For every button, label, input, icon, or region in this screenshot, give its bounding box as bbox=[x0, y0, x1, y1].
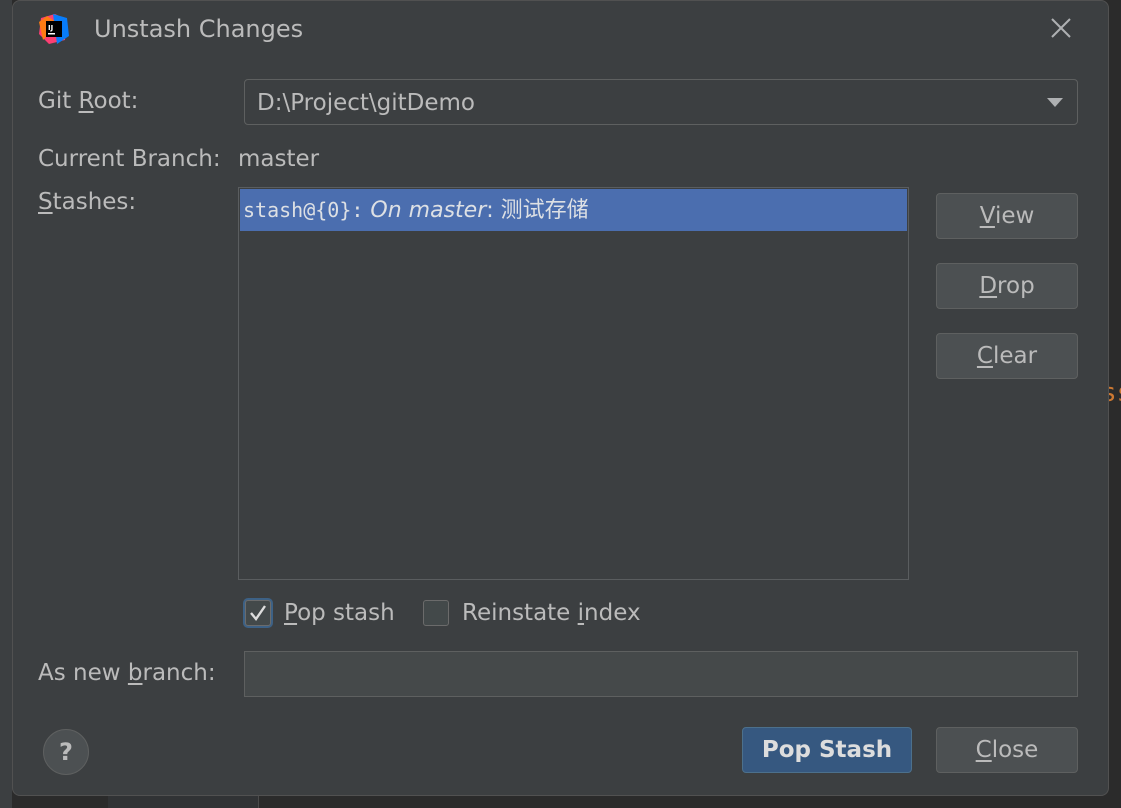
pop-stash-checkbox[interactable] bbox=[245, 600, 271, 626]
reinstate-index-label-rest: ndex bbox=[584, 600, 641, 626]
title-bar: IJ Unstash Changes bbox=[13, 1, 1108, 59]
chevron-down-icon[interactable] bbox=[1047, 98, 1063, 107]
clear-button-mnemonic: C bbox=[976, 343, 993, 369]
stashes-label: Stashes: bbox=[38, 189, 136, 215]
background-panel bbox=[108, 795, 259, 808]
close-button-mnemonic: C bbox=[975, 737, 992, 763]
close-button[interactable]: Close bbox=[936, 727, 1078, 773]
intellij-idea-icon: IJ bbox=[39, 14, 69, 44]
pop-stash-button[interactable]: Pop Stash bbox=[742, 727, 912, 773]
drop-button[interactable]: Drop bbox=[936, 263, 1078, 309]
drop-button-rest: rop bbox=[997, 273, 1035, 299]
help-button[interactable]: ? bbox=[43, 729, 89, 775]
git-root-label-mnemonic: R bbox=[78, 88, 94, 114]
clear-button[interactable]: Clear bbox=[936, 333, 1078, 379]
stash-separator: : bbox=[486, 198, 494, 223]
svg-text:IJ: IJ bbox=[48, 24, 53, 32]
checkmark-icon bbox=[250, 605, 266, 621]
view-button[interactable]: View bbox=[936, 193, 1078, 239]
unstash-dialog: IJ Unstash Changes Git Root: D:\Project\… bbox=[12, 0, 1109, 796]
git-root-value: D:\Project\gitDemo bbox=[257, 90, 475, 116]
new-branch-input[interactable] bbox=[244, 651, 1078, 697]
pop-stash-label-mnemonic: P bbox=[284, 600, 298, 626]
new-branch-label-prefix: As new bbox=[38, 660, 128, 686]
new-branch-label-rest: ranch: bbox=[142, 660, 216, 686]
drop-button-mnemonic: D bbox=[979, 273, 998, 299]
stash-ref: stash@{0}: bbox=[243, 198, 364, 222]
close-button-rest: lose bbox=[991, 737, 1039, 763]
stashes-label-mnemonic: S bbox=[38, 189, 53, 215]
new-branch-label-mnemonic: b bbox=[127, 660, 143, 686]
reinstate-index-label-prefix: Reinstate bbox=[462, 600, 578, 626]
stash-list-item[interactable]: stash@{0}: On master: 测试存储 bbox=[240, 189, 907, 231]
current-branch-value: master bbox=[238, 146, 320, 172]
view-button-mnemonic: V bbox=[979, 203, 995, 229]
pop-stash-label[interactable]: Pop stash bbox=[284, 600, 395, 626]
stash-branch: On master bbox=[370, 198, 487, 223]
git-root-label-prefix: Git bbox=[38, 88, 79, 114]
new-branch-label: As new branch: bbox=[38, 660, 216, 686]
stashes-label-rest: tashes: bbox=[52, 189, 137, 215]
clear-button-rest: lear bbox=[992, 343, 1038, 369]
stash-message: 测试存储 bbox=[493, 198, 589, 223]
reinstate-index-label[interactable]: Reinstate index bbox=[462, 600, 641, 626]
stash-list[interactable]: stash@{0}: On master: 测试存储 bbox=[238, 187, 909, 580]
current-branch-label: Current Branch: bbox=[38, 146, 221, 172]
view-button-rest: iew bbox=[994, 203, 1035, 229]
git-root-label: Git Root: bbox=[38, 88, 138, 114]
dialog-title: Unstash Changes bbox=[94, 15, 304, 43]
reinstate-index-checkbox[interactable] bbox=[423, 600, 449, 626]
git-root-label-rest: oot: bbox=[93, 88, 139, 114]
git-root-dropdown[interactable]: D:\Project\gitDemo bbox=[244, 79, 1078, 125]
pop-stash-label-rest: op stash bbox=[297, 600, 395, 626]
background-ide bbox=[0, 0, 12, 808]
close-icon[interactable] bbox=[1046, 13, 1076, 43]
